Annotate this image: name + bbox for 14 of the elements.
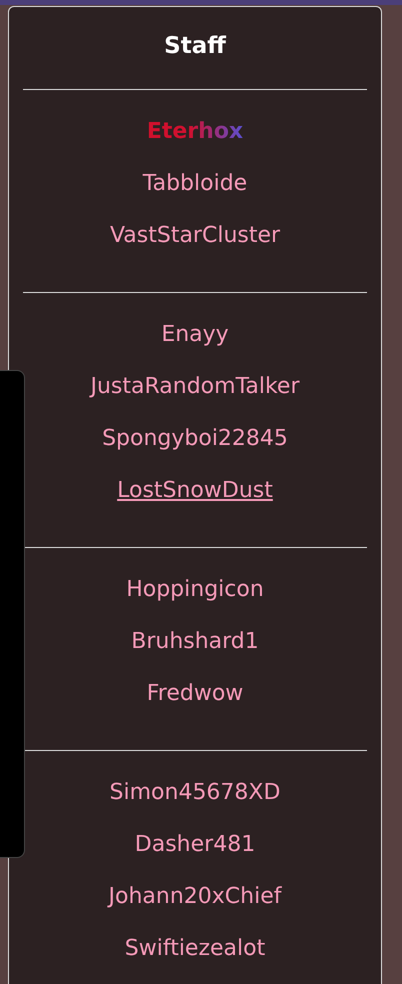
member-link[interactable]: Hoppingicon — [126, 564, 264, 616]
member-link[interactable]: Johann20xChief — [108, 871, 282, 923]
member-link[interactable]: Bruhshard1 — [131, 616, 259, 668]
member-link[interactable]: Fredwow — [146, 668, 244, 720]
member-link[interactable]: Tabbloide — [142, 158, 248, 210]
member-link[interactable]: Swiftiezealot — [124, 923, 266, 975]
card-title: Staff — [23, 7, 367, 90]
member-link[interactable]: LostSnowDust — [117, 465, 273, 517]
member-link[interactable]: Spongyboi22845 — [102, 413, 288, 465]
member-link[interactable]: Enayy — [161, 309, 229, 361]
member-link[interactable]: Dasher481 — [134, 819, 256, 871]
member-link[interactable]: Simon45678XD — [110, 767, 280, 819]
member-link[interactable]: VastStarCluster — [110, 210, 280, 262]
member-link[interactable]: JustaRandomTalker — [90, 361, 300, 413]
